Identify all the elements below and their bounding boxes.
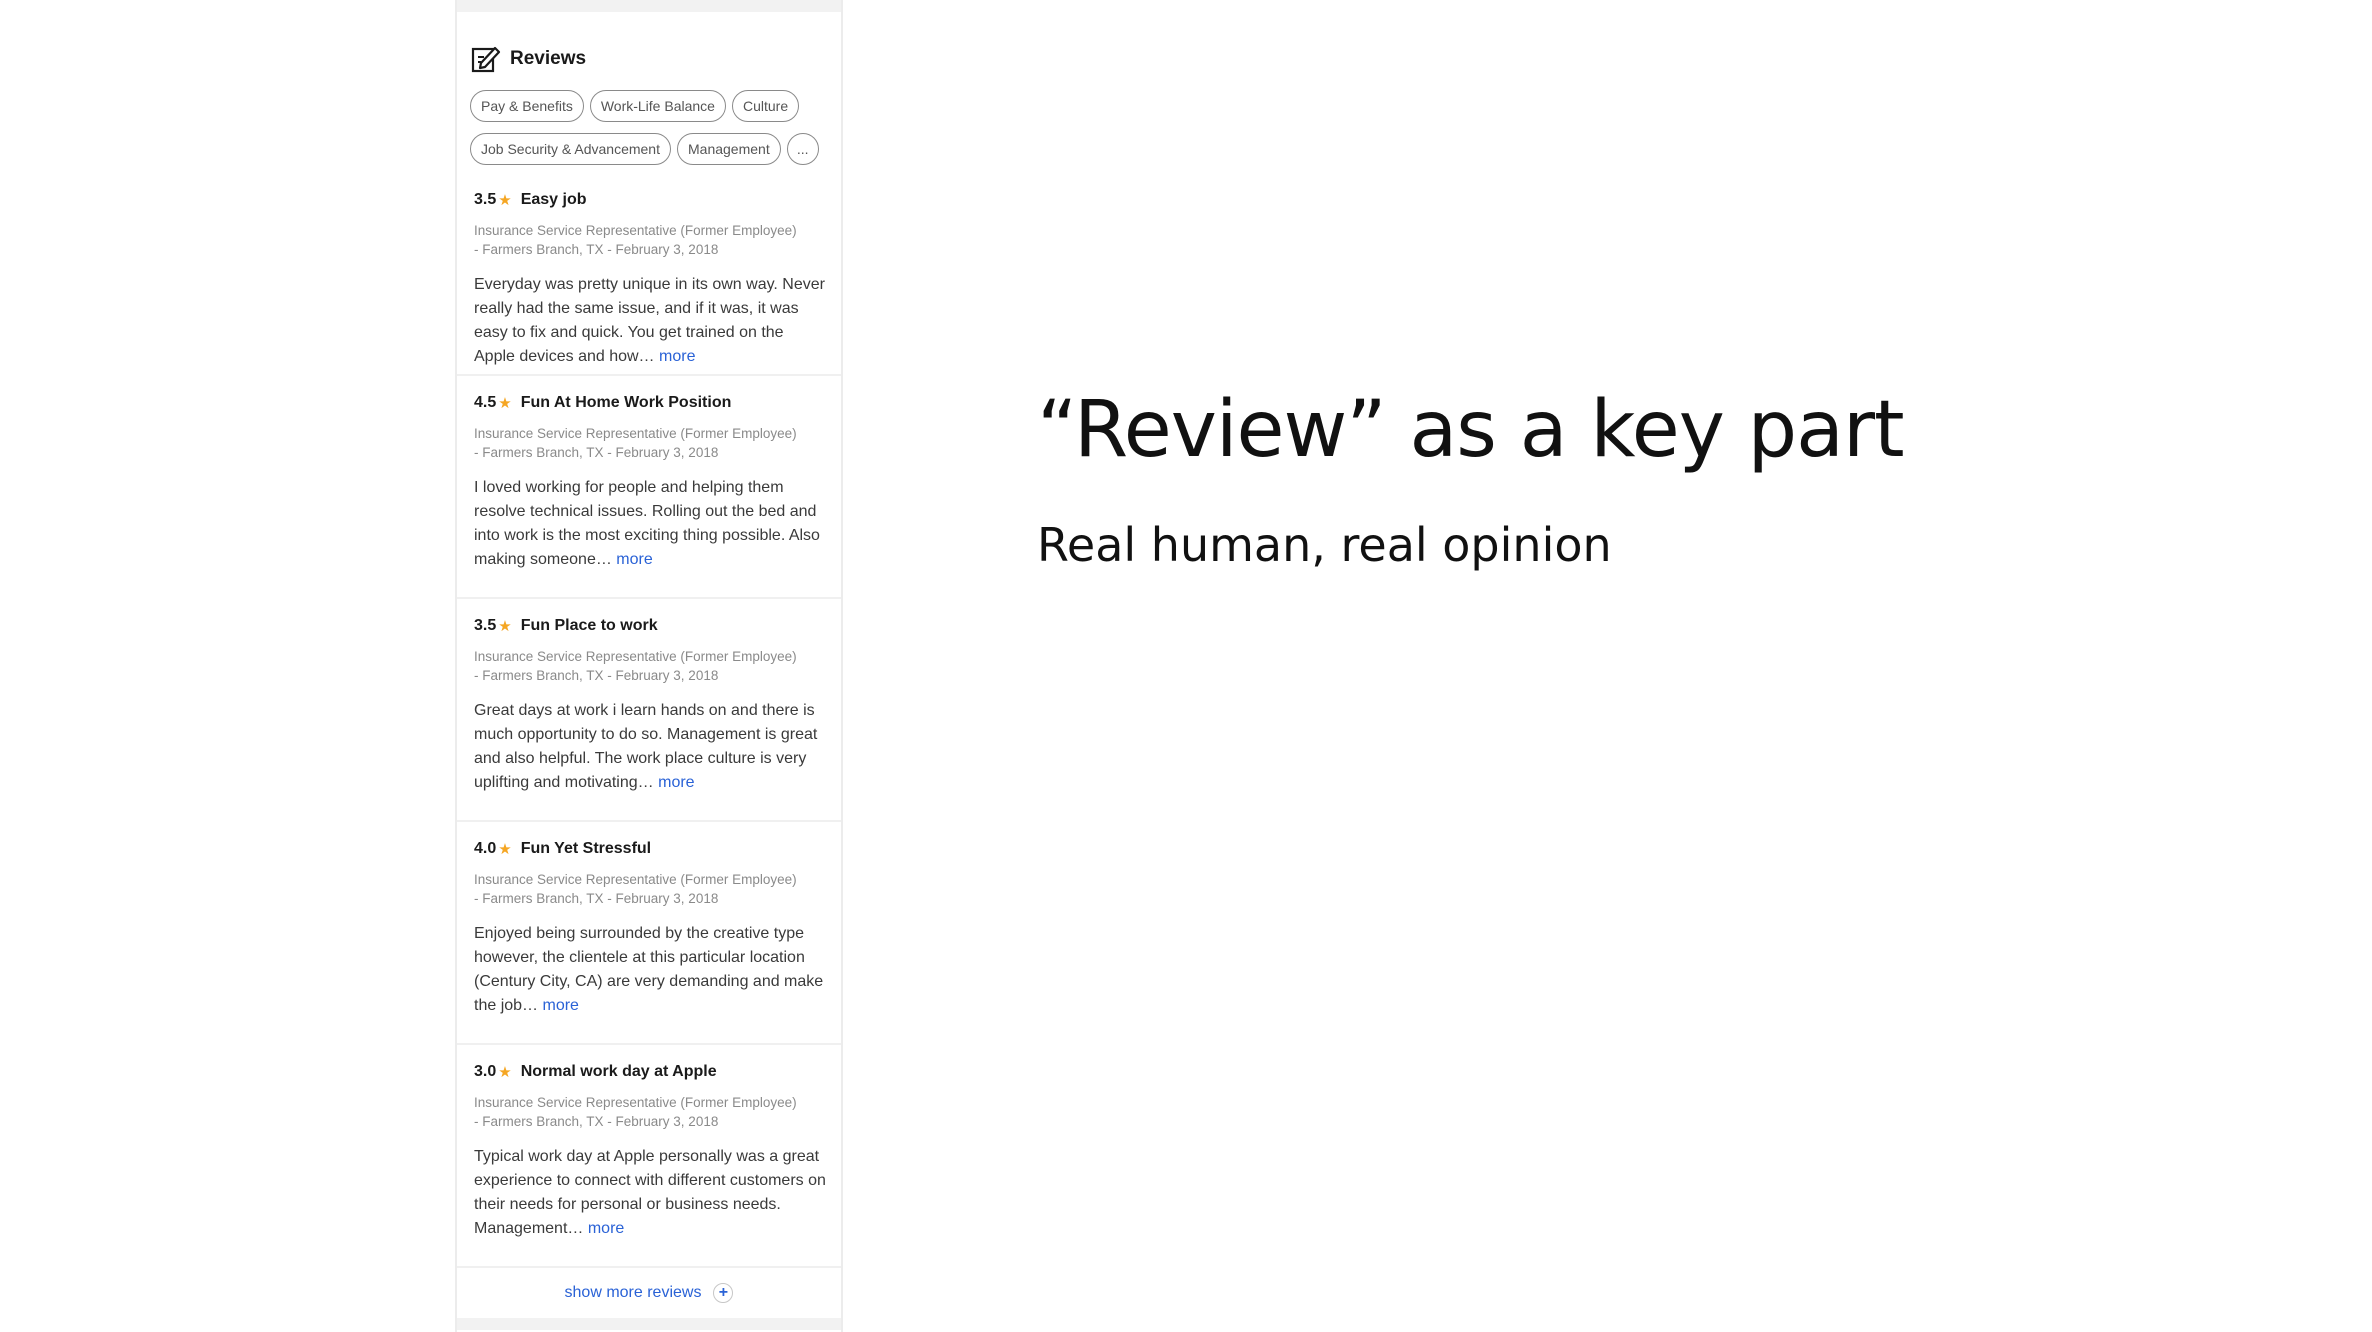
review-title[interactable]: Easy job [521,191,587,209]
review-meta: Insurance Service Representative (Former… [474,221,827,259]
show-more-reviews-button[interactable]: show more reviews + [457,1268,841,1318]
review-more-link[interactable]: more [616,551,652,568]
review-title[interactable]: Fun Place to work [521,617,658,635]
chip-pay-benefits[interactable]: Pay & Benefits [470,90,584,122]
review-card: 3.5 ★ Easy job Insurance Service Represe… [457,176,841,376]
review-card: 4.5 ★ Fun At Home Work Position Insuranc… [457,376,841,599]
review-heading: 4.0 ★ Fun Yet Stressful [474,838,827,860]
chip-work-life-balance[interactable]: Work-Life Balance [589,90,726,122]
review-heading: 3.5 ★ Easy job [474,189,827,211]
chip-culture[interactable]: Culture [731,90,800,122]
review-location-date: - Farmers Branch, TX - February 3, 2018 [474,1114,719,1129]
panel-top-divider [457,0,841,12]
review-body: Everyday was pretty unique in its own wa… [474,273,827,369]
star-icon: ★ [498,395,512,412]
review-title[interactable]: Fun Yet Stressful [521,840,651,858]
review-meta: Insurance Service Representative (Former… [474,870,827,908]
edit-review-icon [470,43,502,75]
review-card: 3.5 ★ Fun Place to work Insurance Servic… [457,599,841,822]
review-meta: Insurance Service Representative (Former… [474,1093,827,1131]
review-job-title: Insurance Service Representative (Former… [474,223,797,238]
review-body: Great days at work i learn hands on and … [474,699,827,795]
review-rating: 3.5 [474,191,497,208]
review-title[interactable]: Fun At Home Work Position [521,394,732,412]
review-heading: 4.5 ★ Fun At Home Work Position [474,392,827,414]
reviews-title: Reviews [510,48,587,69]
review-location-date: - Farmers Branch, TX - February 3, 2018 [474,242,719,257]
star-icon: ★ [498,192,512,209]
review-body: I loved working for people and helping t… [474,476,827,572]
slide-title: “Review” as a key part [1037,385,1905,475]
star-icon: ★ [498,1064,512,1081]
chip-more[interactable]: ... [786,133,819,165]
review-job-title: Insurance Service Representative (Former… [474,426,797,441]
star-icon: ★ [498,618,512,635]
review-title[interactable]: Normal work day at Apple [521,1063,717,1081]
review-location-date: - Farmers Branch, TX - February 3, 2018 [474,445,719,460]
review-location-date: - Farmers Branch, TX - February 3, 2018 [474,668,719,683]
review-rating: 3.5 [474,617,497,634]
reviews-header: Reviews [457,12,841,82]
chip-job-security[interactable]: Job Security & Advancement [470,133,671,165]
plus-icon: + [713,1283,734,1303]
review-location-date: - Farmers Branch, TX - February 3, 2018 [474,891,719,906]
review-more-link[interactable]: more [659,348,695,365]
review-meta: Insurance Service Representative (Former… [474,424,827,462]
review-text: Enjoyed being surrounded by the creative… [474,925,824,1014]
review-job-title: Insurance Service Representative (Former… [474,649,797,664]
reviews-panel: Reviews Pay & Benefits Work-Life Balance… [455,0,843,1332]
chip-management[interactable]: Management [677,133,781,165]
review-card: 3.0 ★ Normal work day at Apple Insurance… [457,1045,841,1268]
review-more-link[interactable]: more [543,997,579,1014]
review-rating: 4.0 [474,840,497,857]
review-heading: 3.0 ★ Normal work day at Apple [474,1061,827,1083]
panel-bottom-divider [457,1318,841,1330]
review-meta: Insurance Service Representative (Former… [474,647,827,685]
review-body: Typical work day at Apple personally was… [474,1145,827,1241]
topic-chips: Pay & Benefits Work-Life Balance Culture… [457,82,837,176]
review-rating: 3.0 [474,1063,497,1080]
show-more-label: show more reviews [564,1284,702,1301]
review-text: Typical work day at Apple personally was… [474,1148,826,1237]
star-icon: ★ [498,841,512,858]
review-job-title: Insurance Service Representative (Former… [474,1095,797,1110]
review-job-title: Insurance Service Representative (Former… [474,872,797,887]
slide-subtitle: Real human, real opinion [1037,518,1612,572]
review-rating: 4.5 [474,394,497,411]
review-body: Enjoyed being surrounded by the creative… [474,922,827,1018]
review-heading: 3.5 ★ Fun Place to work [474,615,827,637]
review-text: Great days at work i learn hands on and … [474,702,818,791]
review-more-link[interactable]: more [658,774,694,791]
review-text: Everyday was pretty unique in its own wa… [474,276,825,365]
review-more-link[interactable]: more [588,1220,624,1237]
review-card: 4.0 ★ Fun Yet Stressful Insurance Servic… [457,822,841,1045]
